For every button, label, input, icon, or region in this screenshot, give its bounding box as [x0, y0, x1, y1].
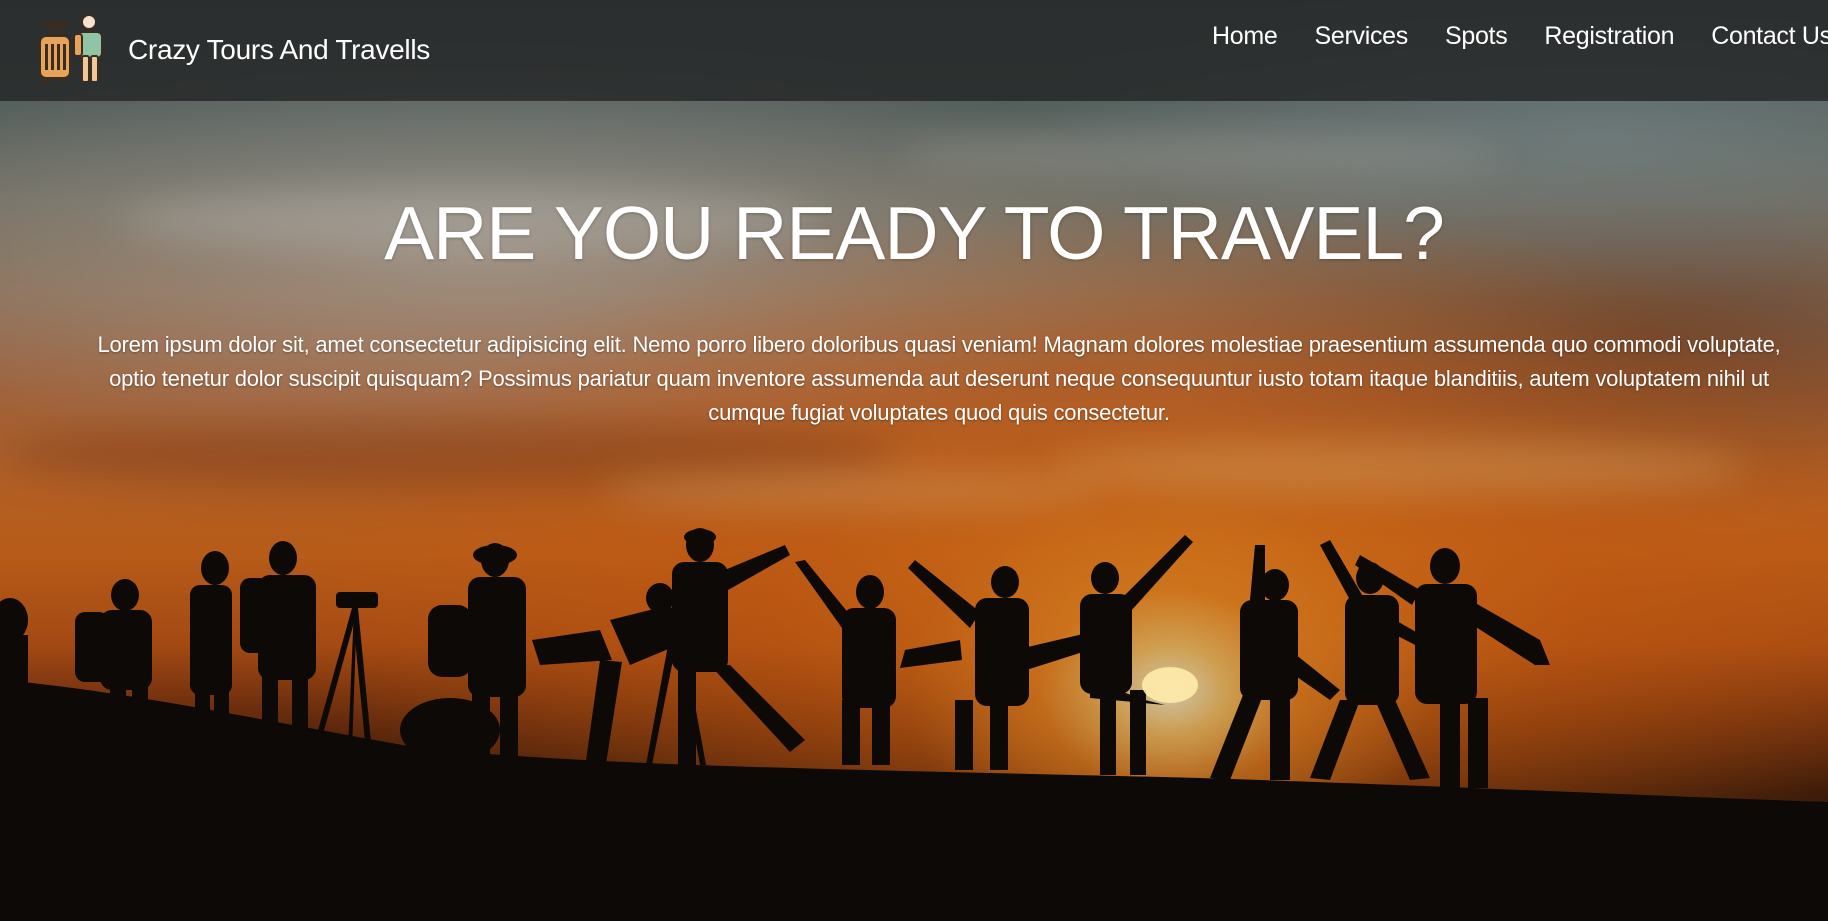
nav-spots-link[interactable]: Spots [1445, 22, 1508, 51]
brand-name: Crazy Tours And Travells [128, 34, 430, 65]
nav-home-link[interactable]: Home [1212, 22, 1278, 51]
hero-title: ARE YOU READY TO TRAVEL? [384, 191, 1445, 275]
page: Crazy Tours And Travells Home Services S… [0, 0, 1828, 921]
navbar: Crazy Tours And Travells Home Services S… [0, 0, 1828, 101]
brand[interactable]: Crazy Tours And Travells [36, 12, 430, 88]
nav-services-link[interactable]: Services [1315, 22, 1409, 51]
nav-registration-link[interactable]: Registration [1544, 22, 1674, 51]
traveler-silhouettes-image [0, 528, 1828, 921]
traveler-with-luggage-icon [39, 14, 103, 84]
main-nav: Home Services Spots Registration Contact… [1212, 22, 1828, 51]
nav-contact-us-link[interactable]: Contact Us [1711, 22, 1828, 51]
hero-description: Lorem ipsum dolor sit, amet consectetur … [97, 332, 1781, 425]
